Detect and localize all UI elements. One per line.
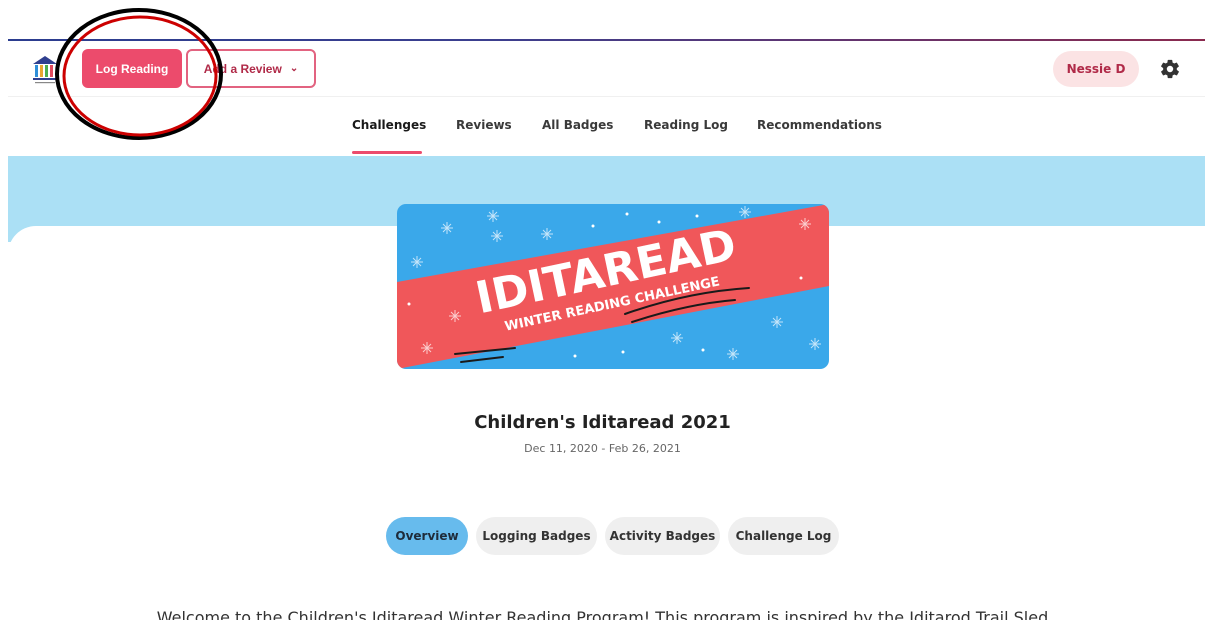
log-reading-label: Log Reading [95, 61, 169, 76]
user-menu-button[interactable]: Nessie D [1053, 51, 1139, 87]
subtab-activity-badges[interactable]: Activity Badges [605, 517, 720, 555]
tab-reviews[interactable]: Reviews [456, 118, 512, 132]
gear-icon[interactable] [1159, 58, 1181, 80]
chevron-down-icon: ⌄ [289, 63, 299, 74]
subtab-overview[interactable]: Overview [386, 517, 468, 555]
active-tab-indicator [352, 151, 422, 154]
header-divider [8, 96, 1205, 97]
intro-paragraph: Welcome to the Children's Iditaread Wint… [156, 608, 1049, 620]
user-name: Nessie D [1066, 62, 1126, 76]
tab-challenges[interactable]: Challenges [352, 118, 426, 132]
challenge-banner: IDITAREAD WINTER READING CHALLENGE [397, 204, 829, 369]
tab-reading-log[interactable]: Reading Log [644, 118, 728, 132]
subtab-logging-badges[interactable]: Logging Badges [476, 517, 597, 555]
library-logo-icon[interactable] [30, 52, 60, 86]
main-nav: Challenges Reviews All Badges Reading Lo… [0, 110, 1205, 156]
tab-recommendations[interactable]: Recommendations [757, 118, 882, 132]
add-review-button[interactable]: Add a Review ⌄ [186, 49, 316, 88]
subtab-challenge-log[interactable]: Challenge Log [728, 517, 839, 555]
tab-all-badges[interactable]: All Badges [542, 118, 613, 132]
add-review-label: Add a Review [203, 61, 282, 76]
challenge-title: Children's Iditaread 2021 [474, 412, 731, 433]
log-reading-button[interactable]: Log Reading [82, 49, 182, 88]
challenge-dates: Dec 11, 2020 - Feb 26, 2021 [524, 442, 681, 455]
top-accent-rule [8, 39, 1205, 41]
